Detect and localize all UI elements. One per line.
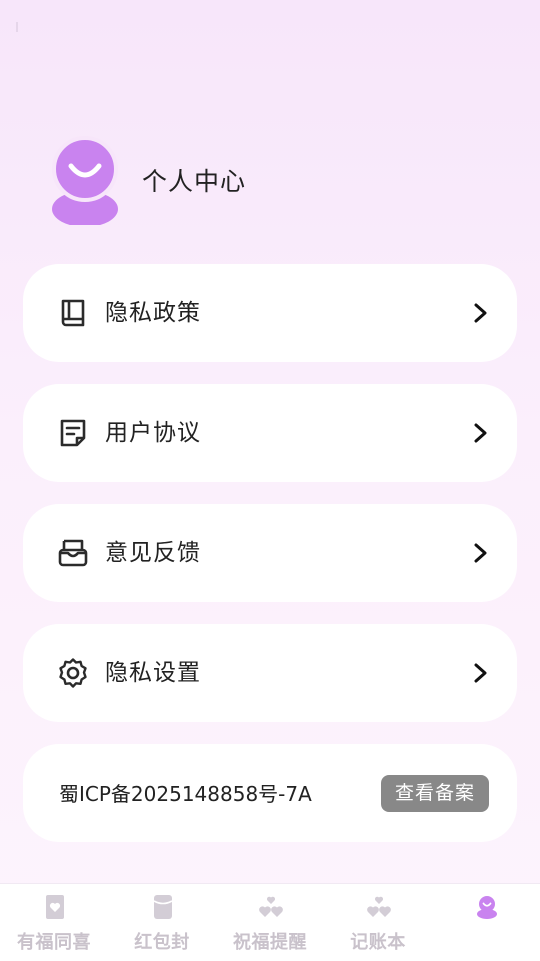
tab-ji-zhang-ben[interactable]: 记账本 [324, 884, 432, 961]
card-icon [46, 895, 64, 919]
book-icon [61, 299, 85, 327]
page-title: 个人中心 [142, 167, 247, 196]
bottom-tab-bar: 有福同喜 红包封 祝福提醒 记账本 我的 [0, 883, 540, 961]
tab-you-fu-tong-xi[interactable]: 有福同喜 [0, 884, 108, 961]
menu-item-user-agreement[interactable]: 用户协议 [23, 384, 517, 482]
chevron-right-icon [474, 303, 487, 323]
user-avatar-icon[interactable] [50, 135, 120, 225]
tab-zhu-fu-ti-xing[interactable]: 祝福提醒 [216, 884, 324, 961]
icp-record-number: 蜀ICP备2025148858号-7A [59, 782, 312, 806]
tab-label: 祝福提醒 [233, 932, 307, 953]
profile-header: 个人中心 [0, 130, 540, 230]
menu-item-label: 隐私设置 [105, 660, 201, 686]
menu-item-privacy-settings[interactable]: 隐私设置 [23, 624, 517, 722]
tab-hong-bao-feng[interactable]: 红包封 [108, 884, 216, 961]
user-icon [477, 896, 497, 919]
envelope-icon [153, 895, 173, 919]
chevron-right-icon [474, 543, 487, 563]
menu-item-label: 用户协议 [105, 420, 201, 446]
view-icp-record-button[interactable]: 查看备案 [380, 775, 489, 812]
document-icon [60, 419, 86, 447]
tab-label: 有福同喜 [17, 932, 91, 953]
icp-record-card: 蜀ICP备2025148858号-7A 查看备案 [23, 744, 517, 842]
status-bar-indicator [16, 22, 18, 32]
menu-item-label: 隐私政策 [105, 300, 201, 326]
menu-item-feedback[interactable]: 意见反馈 [23, 504, 517, 602]
chevron-right-icon [474, 423, 487, 443]
inbox-icon [58, 539, 88, 567]
tab-label: 红包封 [134, 932, 190, 953]
menu-item-label: 意见反馈 [105, 540, 201, 566]
tab-label: 记账本 [350, 932, 406, 953]
gear-icon [59, 658, 87, 688]
tab-wo-de[interactable]: 我的 [432, 884, 540, 961]
hearts-icon [259, 896, 283, 917]
chevron-right-icon [474, 663, 487, 683]
menu-item-privacy-policy[interactable]: 隐私政策 [23, 264, 517, 362]
tab-label: 我的 [467, 932, 505, 953]
hearts-icon [367, 896, 391, 917]
